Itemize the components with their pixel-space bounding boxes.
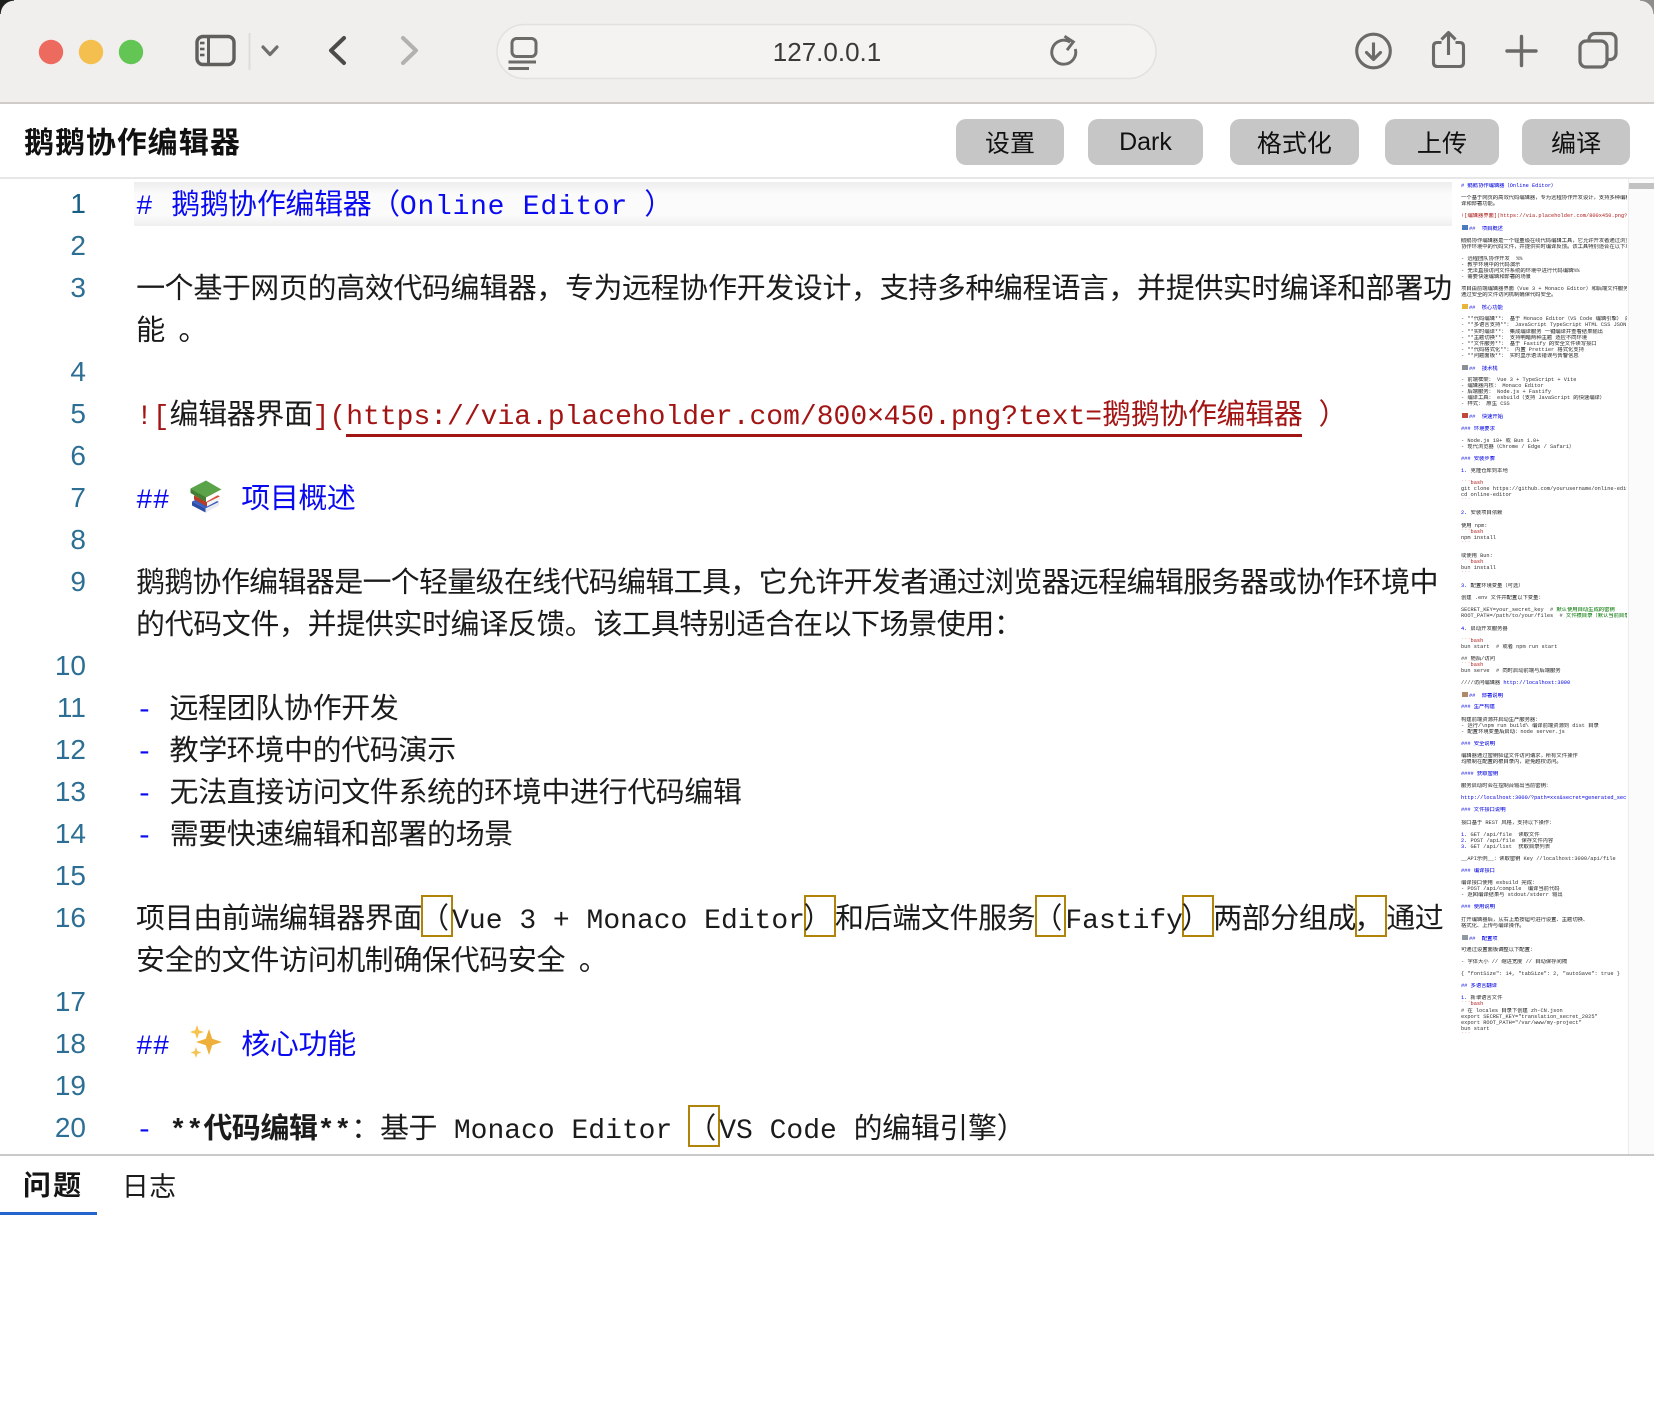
svg-text:127.0.0.1: 127.0.0.1 xyxy=(773,37,881,67)
